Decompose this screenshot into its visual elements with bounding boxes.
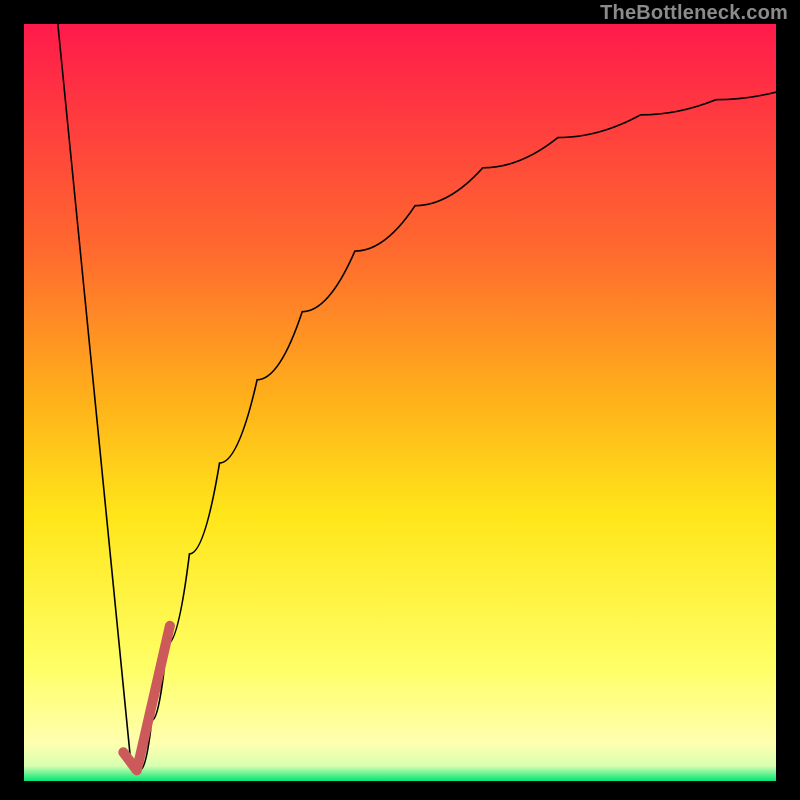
chart-frame: TheBottleneck.com [0, 0, 800, 800]
gradient-background [24, 24, 776, 781]
watermark-text: TheBottleneck.com [600, 2, 788, 25]
bottleneck-chart [24, 24, 776, 781]
